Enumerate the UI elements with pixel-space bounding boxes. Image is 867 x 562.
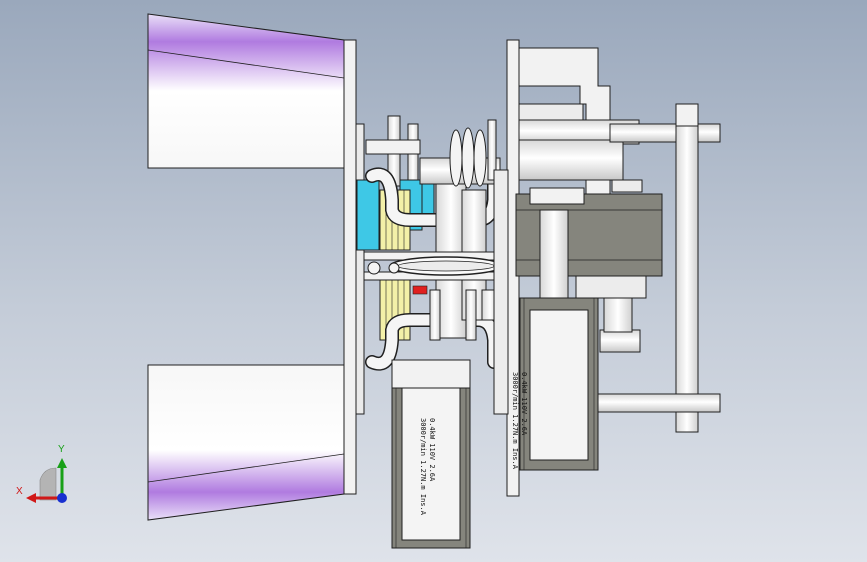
axis-triad [26, 458, 67, 503]
hopper-upper[interactable] [147, 13, 345, 169]
red-marker [412, 285, 428, 295]
vertical-shaft-right[interactable] [675, 103, 699, 433]
motor-right-spec-line1: 0.4kW 110V 2.6A [520, 372, 528, 436]
motor-right-label: 0.4kW 110V 2.6A 3000r/min 1.27N.m Ins.A [510, 372, 528, 469]
mounting-plate[interactable] [343, 39, 365, 495]
servo-motor-right[interactable] [519, 297, 599, 471]
pulley[interactable] [419, 119, 501, 189]
motor-left-label: 0.4kW 110V 2.6A 3000r/min 1.27N.m Ins.A [418, 418, 436, 515]
triad-y-label: Y [58, 444, 65, 455]
hopper-lower[interactable] [147, 364, 345, 521]
linear-rail[interactable] [515, 187, 663, 277]
cad-graphics-viewport[interactable]: 0.4kW 110V 2.6A 3000r/min 1.27N.m Ins.A … [0, 0, 867, 562]
motor-left-spec-line2: 3000r/min 1.27N.m Ins.A [419, 418, 427, 515]
triad-x-label: X [16, 486, 23, 497]
motor-left-spec-line1: 0.4kW 110V 2.6A [428, 418, 436, 482]
motor-right-spec-line2: 3000r/min 1.27N.m Ins.A [511, 372, 519, 469]
